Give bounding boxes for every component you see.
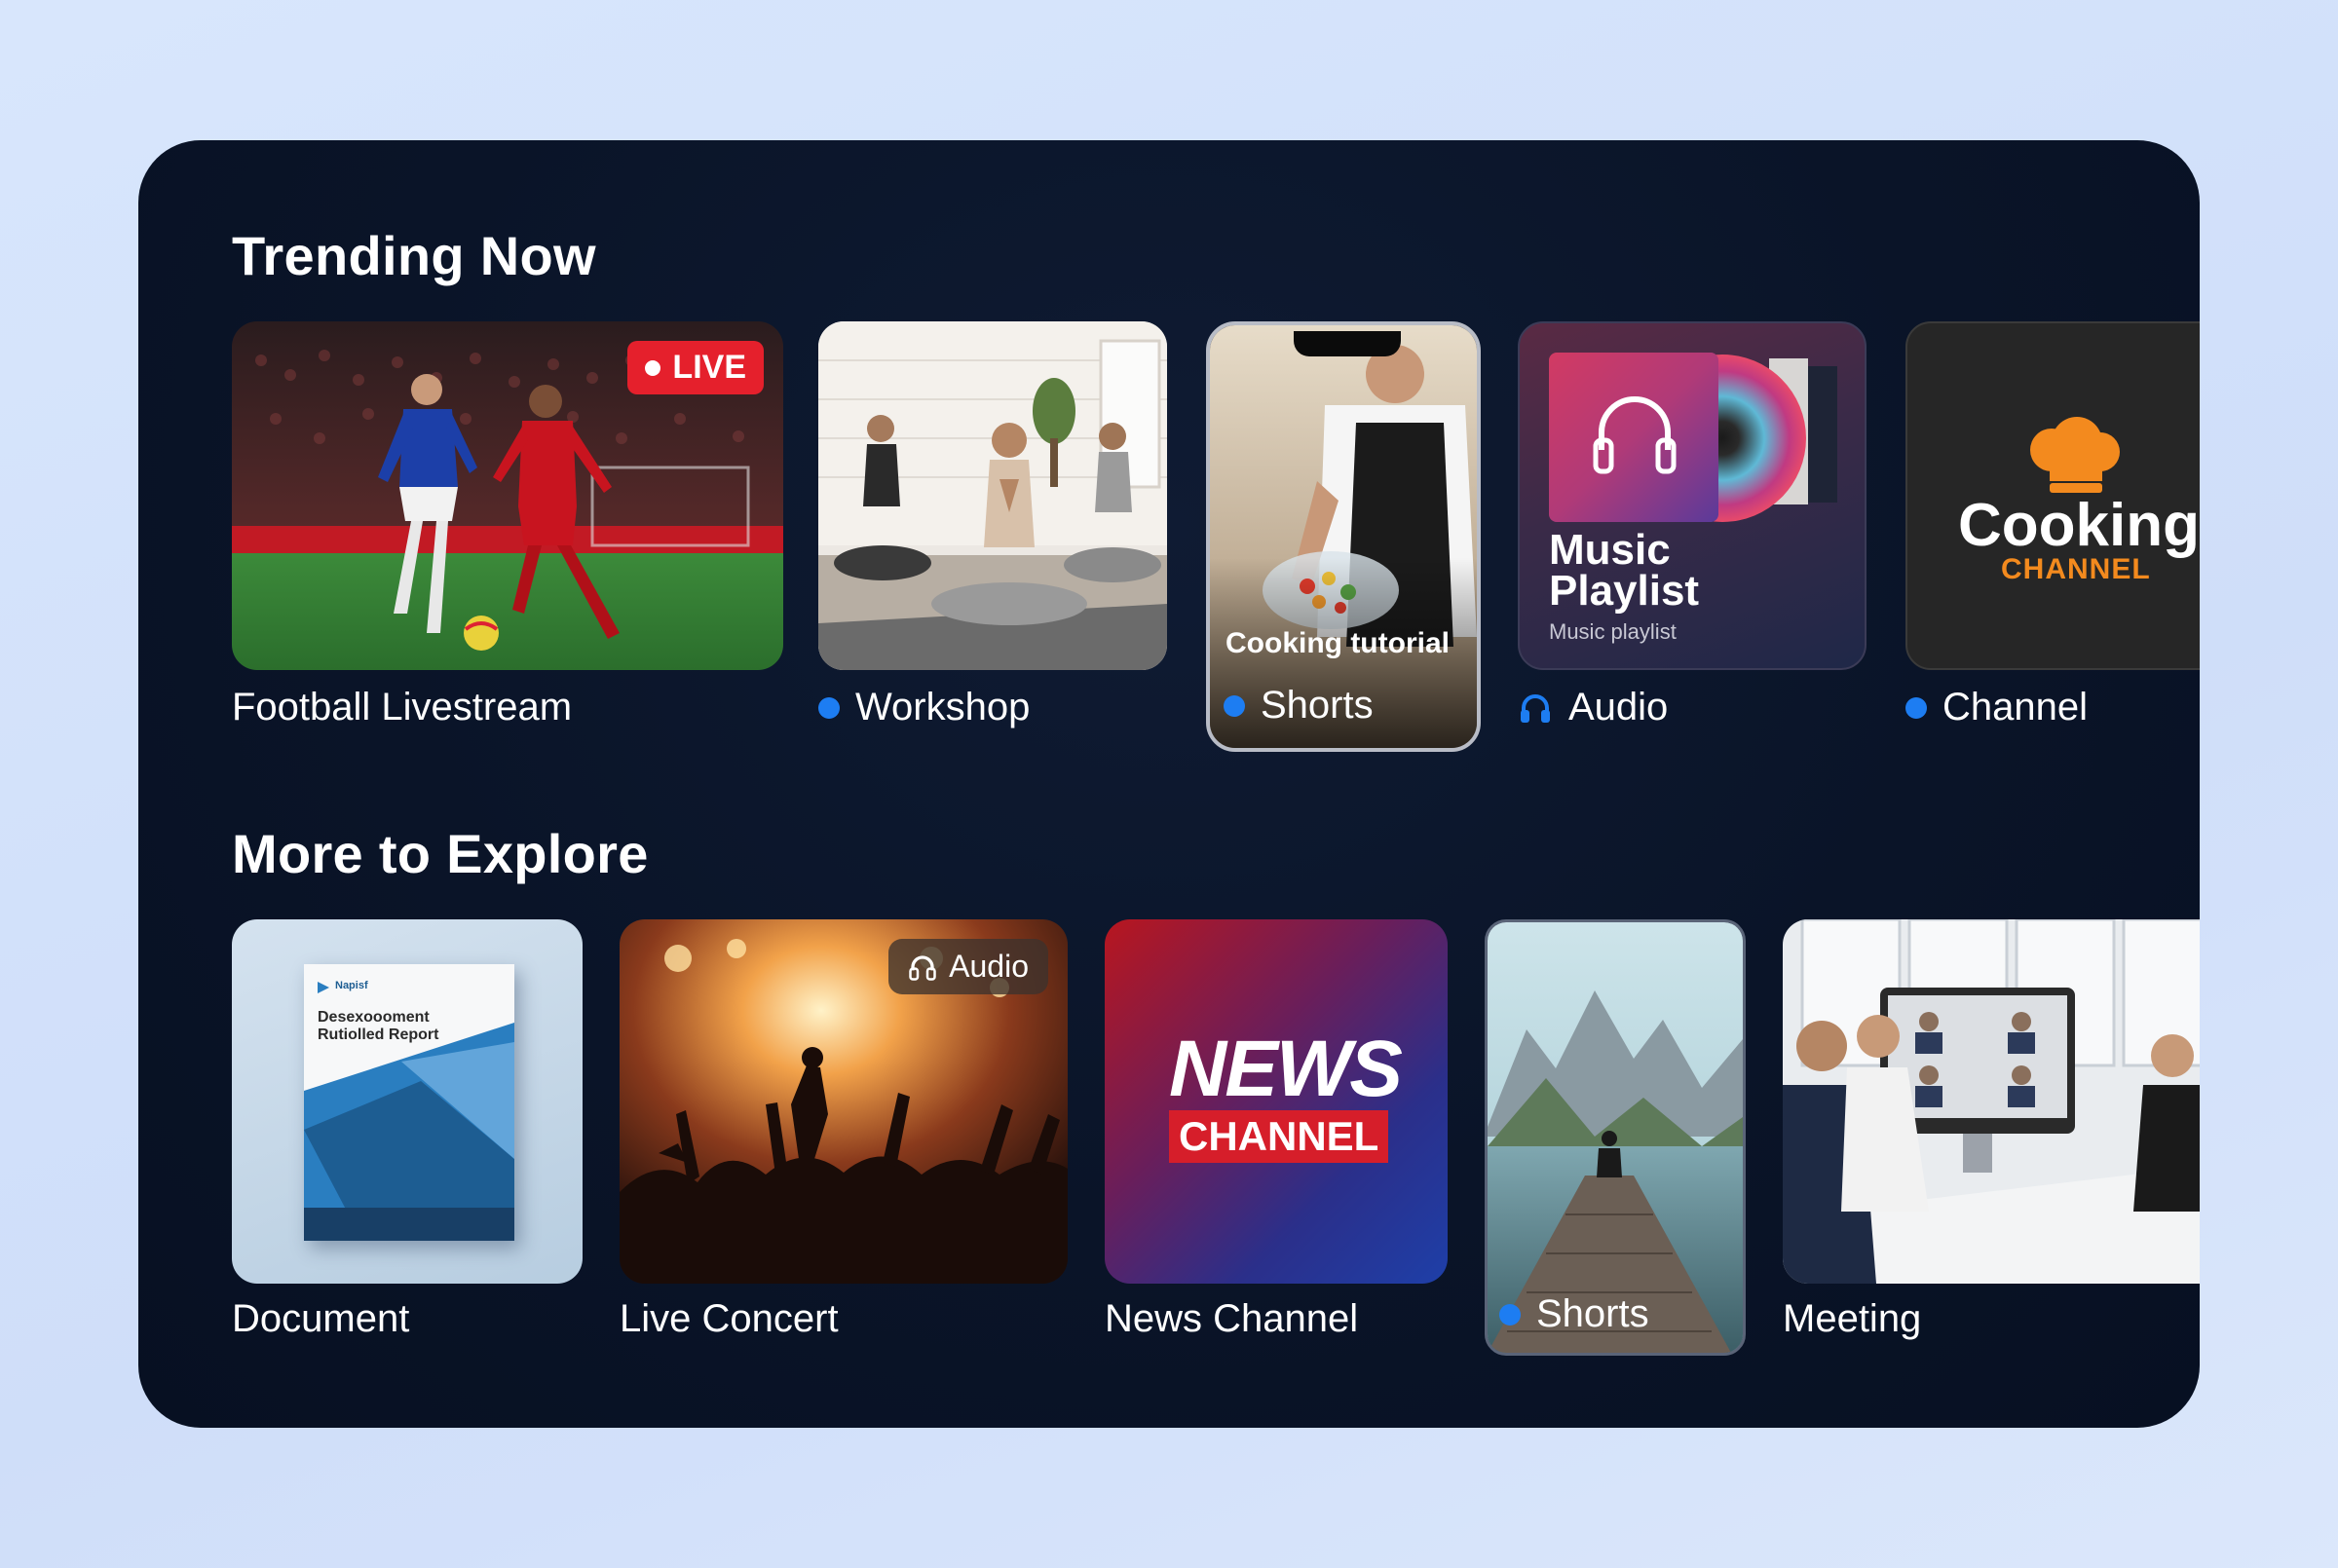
news-channel-caption-text: News Channel xyxy=(1105,1297,1359,1340)
headphones-icon xyxy=(909,954,936,981)
lake-shorts-caption-text: Shorts xyxy=(1536,1292,1649,1335)
news-channel-card[interactable]: NEWS CHANNEL xyxy=(1105,919,1448,1284)
channel-caption: Channel xyxy=(1905,686,2088,729)
football-livestream-card[interactable]: LIVE xyxy=(232,321,783,670)
music-title-line1: Music xyxy=(1549,526,1671,574)
live-concert-card[interactable]: Audio xyxy=(620,919,1068,1284)
phone-notch xyxy=(1294,331,1401,356)
live-concert-caption-text: Live Concert xyxy=(620,1297,839,1340)
news-logo-sub: CHANNEL xyxy=(1169,1110,1389,1163)
report-cover: Napisf Desexoooment Rutiolled Report xyxy=(304,964,514,1241)
report-title-line1: Desexoooment xyxy=(318,1009,430,1026)
report-cover-graphic xyxy=(304,982,514,1241)
news-logo-main: NEWS xyxy=(1169,1025,1403,1113)
lake-shorts-caption: Shorts xyxy=(1499,1292,1649,1336)
audio-caption: Audio xyxy=(1518,686,1668,729)
music-playlist-artwork xyxy=(1549,353,1837,522)
more-to-explore-heading: More to Explore xyxy=(232,823,649,884)
workshop-card[interactable] xyxy=(818,321,1167,670)
document-caption: Document xyxy=(232,1297,409,1341)
meeting-card[interactable] xyxy=(1783,919,2200,1284)
audio-caption-text: Audio xyxy=(1568,686,1669,728)
workshop-thumbnail xyxy=(818,321,1167,670)
shorts-caption-text: Shorts xyxy=(1261,684,1374,727)
blue-dot-icon xyxy=(1224,694,1245,717)
report-title-line2: Rutiolled Report xyxy=(318,1027,439,1043)
document-card[interactable]: Napisf Desexoooment Rutiolled Report xyxy=(232,919,583,1284)
shorts-caption: Shorts xyxy=(1224,684,1374,728)
news-channel-caption: News Channel xyxy=(1105,1297,1358,1341)
audio-badge-label: Audio xyxy=(949,949,1029,984)
cooking-logo-main: Cooking xyxy=(1958,492,2200,559)
lake-shorts-card[interactable]: Shorts xyxy=(1485,919,1746,1356)
blue-dot-icon xyxy=(1499,1303,1521,1325)
cooking-logo-sub: CHANNEL xyxy=(2001,553,2151,585)
music-title-line2: Playlist xyxy=(1549,567,1700,615)
music-playlist-subtitle: Music playlist xyxy=(1549,619,1677,644)
live-badge-label: LIVE xyxy=(672,349,746,386)
live-concert-caption: Live Concert xyxy=(620,1297,839,1341)
headphones-icon xyxy=(1521,693,1550,723)
document-caption-text: Document xyxy=(232,1297,410,1340)
lake-thumbnail xyxy=(1488,922,1743,1353)
meeting-caption-text: Meeting xyxy=(1783,1297,1922,1340)
report-title: Desexoooment Rutiolled Report xyxy=(318,1009,438,1044)
report-brand: Napisf xyxy=(335,980,368,991)
football-caption: Football Livestream xyxy=(232,686,572,729)
workshop-caption: Workshop xyxy=(818,686,1030,729)
channel-caption-text: Channel xyxy=(1942,686,2089,728)
meeting-thumbnail xyxy=(1783,919,2200,1284)
live-indicator-icon xyxy=(645,359,661,376)
music-playlist-card[interactable]: Music Playlist Music playlist xyxy=(1518,321,1867,670)
music-playlist-title: Music Playlist xyxy=(1549,526,1700,615)
blue-dot-icon xyxy=(1905,696,1927,719)
cooking-shorts-card[interactable]: Cooking tutorial Shorts xyxy=(1206,321,1481,752)
blue-dot-icon xyxy=(818,696,840,719)
workshop-caption-text: Workshop xyxy=(855,686,1031,728)
chef-hat-icon xyxy=(2030,417,2120,493)
live-badge: LIVE xyxy=(627,341,764,394)
cooking-tutorial-overlay: Cooking tutorial xyxy=(1226,627,1450,659)
meeting-caption: Meeting xyxy=(1783,1297,1921,1341)
audio-badge: Audio xyxy=(888,939,1048,994)
cooking-channel-card[interactable]: Cooking CHANNEL xyxy=(1905,321,2200,670)
football-caption-text: Football Livestream xyxy=(232,686,573,728)
trending-now-heading: Trending Now xyxy=(232,225,596,286)
media-panel: Trending Now LIVE Football Livestream Wo… xyxy=(138,140,2200,1428)
